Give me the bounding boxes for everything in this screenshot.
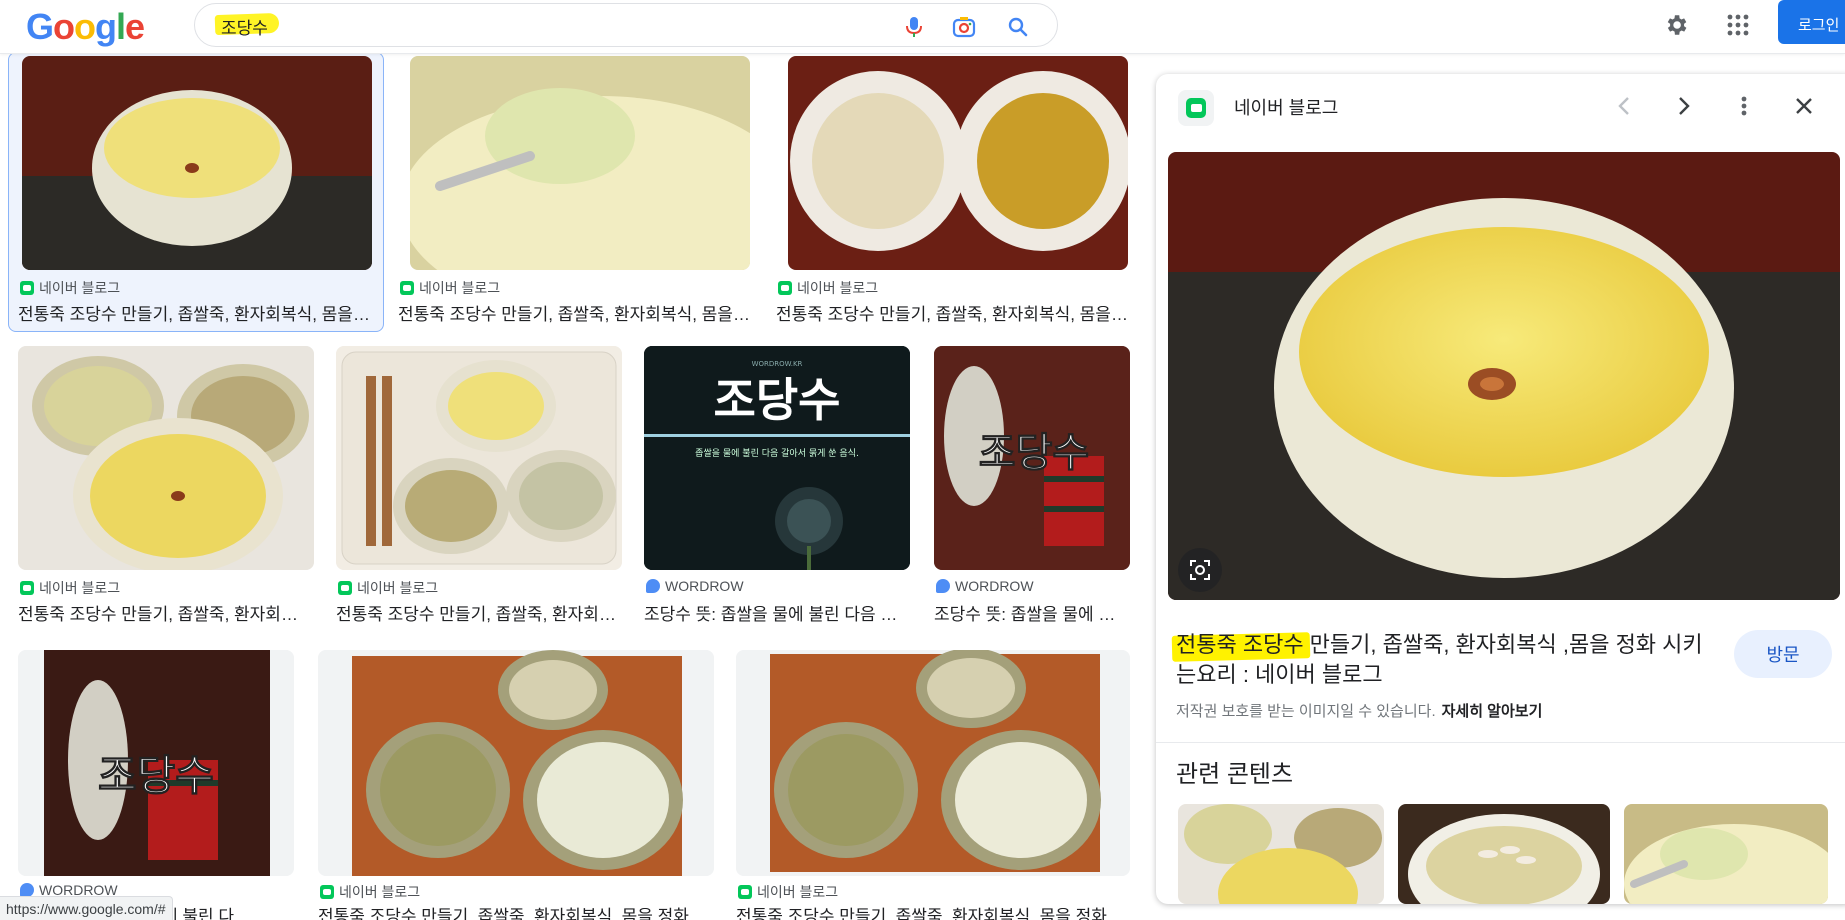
result-tile[interactable]: WORDROW.KR 조당수 좁쌀을 물에 불린 다음 갈아서 묽게 쑨 음식.…: [644, 346, 912, 626]
overlay-big-text: 조당수: [979, 430, 1089, 476]
result-title[interactable]: 전통죽 조당수 만들기, 좁쌀죽, 환자회복식: [336, 600, 620, 625]
top-bar: Google 로그인: [0, 0, 1845, 54]
naver-blog-icon: [20, 281, 34, 295]
naver-blog-icon: [738, 885, 752, 899]
result-title[interactable]: 전통죽 조당수 만들기, 좁쌀죽, 환자회복식: [18, 600, 310, 625]
wordrow-icon: [646, 579, 660, 593]
result-thumbnail[interactable]: [336, 346, 622, 570]
preview-image[interactable]: [1168, 152, 1840, 600]
panel-source-name[interactable]: 네이버 블로그: [1234, 94, 1338, 120]
result-thumbnail[interactable]: [22, 56, 372, 270]
learn-more-link[interactable]: 자세히 알아보기: [1442, 703, 1543, 720]
overlay-site-text: WORDROW.KR: [752, 360, 803, 368]
result-thumbnail[interactable]: [318, 650, 714, 876]
related-thumbnail[interactable]: [1398, 804, 1610, 904]
result-title[interactable]: 전통죽 조당수 만들기, 좁쌀죽, 환자회복식, 몸을 정화: [736, 902, 1126, 920]
panel-title[interactable]: 전통죽 조당수 만들기, 좁쌀죽, 환자회복식 ,몸을 정화 시키는요리 : 네…: [1176, 630, 1716, 690]
login-button[interactable]: 로그인: [1778, 0, 1845, 44]
result-source: 네이버 블로그: [39, 280, 121, 296]
result-title[interactable]: 전통죽 조당수 만들기, 좁쌀죽, 환자회복식, 몸을 정화 시키는요리: [776, 300, 1130, 325]
result-tile[interactable]: 네이버 블로그 전통죽 조당수 만들기, 좁쌀죽, 환자회복식, 몸을 정화: [736, 650, 1132, 920]
result-tile[interactable]: 조당수 WORDROW 조당수 뜻: 좁쌀을 물에 불린 다: [18, 650, 296, 920]
result-source: 네이버 블로그: [357, 580, 439, 596]
gear-icon[interactable]: [1660, 9, 1692, 41]
result-thumbnail[interactable]: [736, 650, 1130, 876]
wordrow-icon: [936, 579, 950, 593]
result-thumbnail[interactable]: [18, 346, 314, 570]
next-arrow-icon[interactable]: [1666, 88, 1702, 124]
camera-lens-icon[interactable]: [951, 14, 977, 40]
result-source: WORDROW: [665, 578, 744, 594]
overlay-big-text: 조당수: [98, 751, 214, 800]
close-icon[interactable]: [1786, 88, 1822, 124]
result-source: 네이버 블로그: [419, 280, 501, 296]
result-thumbnail[interactable]: WORDROW.KR 조당수 좁쌀을 물에 불린 다음 갈아서 묽게 쑨 음식.: [644, 346, 910, 570]
search-input[interactable]: [221, 14, 821, 38]
visual-search-icon[interactable]: [1178, 548, 1222, 592]
naver-blog-icon: [778, 281, 792, 295]
previous-arrow-icon[interactable]: [1606, 88, 1642, 124]
result-thumbnail[interactable]: 조당수: [18, 650, 294, 876]
related-thumbnail[interactable]: [1178, 804, 1384, 904]
result-tile[interactable]: 네이버 블로그 전통죽 조당수 만들기, 좁쌀죽, 환자회복식: [18, 346, 316, 626]
result-source: 네이버 블로그: [757, 884, 839, 900]
naver-blog-icon: [338, 581, 352, 595]
result-tile[interactable]: 네이버 블로그 전통죽 조당수 만들기, 좁쌀죽, 환자회복식, 몸을 정화 시…: [776, 56, 1132, 326]
result-title[interactable]: 전통죽 조당수 만들기, 좁쌀죽, 환자회복식, 몸을 정화: [318, 902, 708, 920]
visit-button[interactable]: 방문: [1734, 630, 1832, 678]
more-options-icon[interactable]: [1726, 88, 1762, 124]
result-title[interactable]: 조당수 뜻: 좁쌀을 물에 불린 다음: [934, 600, 1126, 625]
result-title[interactable]: 전통죽 조당수 만들기, 좁쌀죽, 환자회복식, 몸을 정화 시키는요리 : 네…: [18, 300, 372, 325]
apps-grid-icon[interactable]: [1722, 9, 1754, 41]
result-source: 네이버 블로그: [39, 580, 121, 596]
result-tile[interactable]: 네이버 블로그 전통죽 조당수 만들기, 좁쌀죽, 환자회복식, 몸을 정화: [318, 650, 714, 920]
search-box[interactable]: [194, 3, 1058, 47]
result-tile[interactable]: 네이버 블로그 전통죽 조당수 만들기, 좁쌀죽, 환자회복식, 몸을 정화 시…: [18, 56, 374, 326]
naver-blog-icon: [20, 581, 34, 595]
result-source: 네이버 블로그: [797, 280, 879, 296]
overlay-caption-text: 좁쌀을 물에 불린 다음 갈아서 묽게 쑨 음식.: [695, 448, 859, 459]
related-thumbnail[interactable]: [1624, 804, 1828, 904]
result-title[interactable]: 전통죽 조당수 만들기, 좁쌀죽, 환자회복식, 몸을 정화 시키는요리: [398, 300, 752, 325]
result-tile[interactable]: 네이버 블로그 전통죽 조당수 만들기, 좁쌀죽, 환자회복식: [336, 346, 626, 626]
naver-blog-icon: [320, 885, 334, 899]
microphone-icon[interactable]: [901, 14, 927, 40]
status-bar-url: https://www.google.com/#: [0, 896, 173, 920]
result-source: 네이버 블로그: [339, 884, 421, 900]
result-thumbnail[interactable]: 조당수: [934, 346, 1130, 570]
overlay-big-text: 조당수: [714, 373, 841, 427]
result-thumbnail[interactable]: [410, 56, 750, 270]
wordrow-icon: [20, 883, 34, 897]
google-logo[interactable]: Google: [26, 6, 145, 48]
result-source: WORDROW: [955, 578, 1034, 594]
result-tile[interactable]: 조당수 WORDROW 조당수 뜻: 좁쌀을 물에 불린 다음: [934, 346, 1132, 626]
search-icon[interactable]: [1005, 14, 1031, 40]
naver-blog-icon: [400, 281, 414, 295]
image-preview-panel: 네이버 블로그 전통죽 조당수 만들기, 좁쌀죽, 환자회복식 ,몸을 정화 시…: [1156, 74, 1845, 904]
panel-divider: [1156, 742, 1845, 743]
copyright-text: 저작권 보호를 받는 이미지일 수 있습니다.: [1176, 703, 1436, 720]
result-tile[interactable]: 네이버 블로그 전통죽 조당수 만들기, 좁쌀죽, 환자회복식, 몸을 정화 시…: [398, 56, 754, 326]
naver-blog-icon: [1178, 90, 1214, 126]
related-content-heading: 관련 콘텐츠: [1176, 761, 1294, 788]
copyright-notice: 저작권 보호를 받는 이미지일 수 있습니다. 자세히 알아보기: [1176, 700, 1542, 721]
result-title[interactable]: 조당수 뜻: 좁쌀을 물에 불린 다음 갈아서: [644, 600, 908, 625]
result-thumbnail[interactable]: [788, 56, 1128, 270]
